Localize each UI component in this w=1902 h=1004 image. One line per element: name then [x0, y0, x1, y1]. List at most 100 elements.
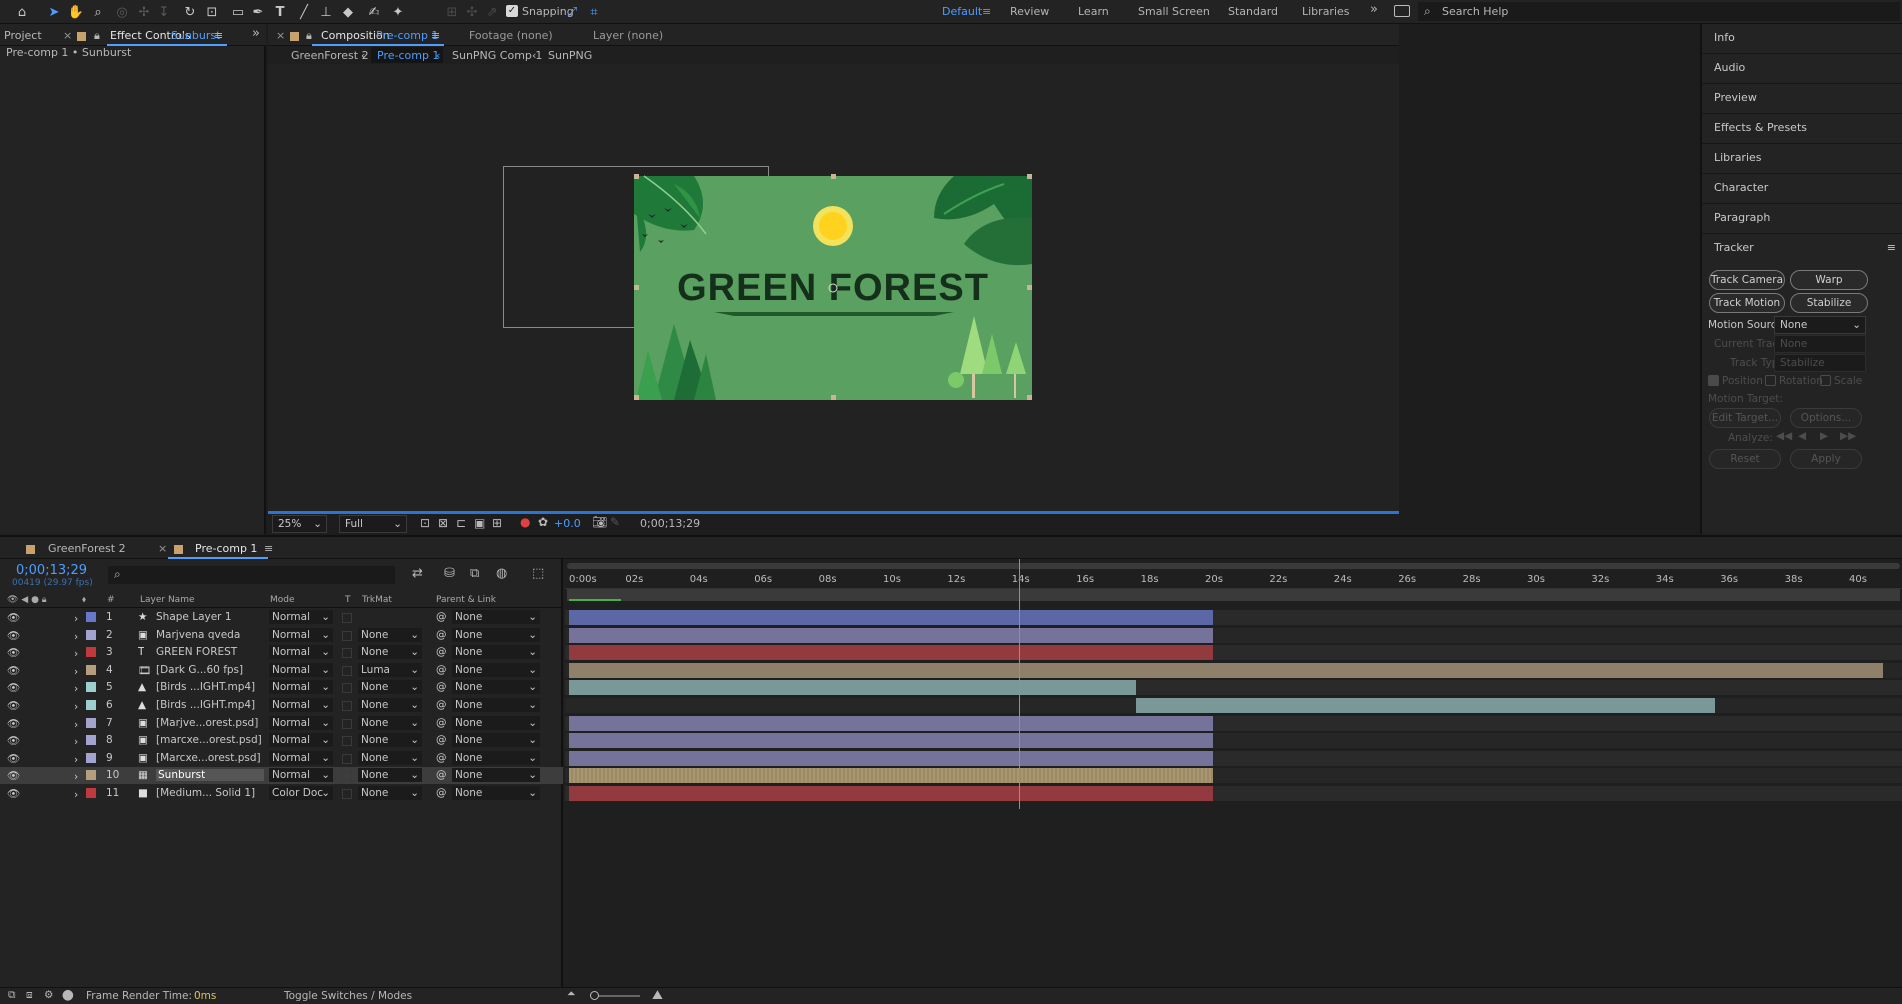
- warp-stabilizer-button[interactable]: Warp Stabilizer: [1790, 270, 1868, 304]
- time-graph[interactable]: 0:00s 02s 04s 06s 08s 10s 12s 14s 16s 18s 20s 22s 24…: [565, 559, 1902, 987]
- label-color-swatch[interactable]: [86, 612, 96, 622]
- breadcrumb-sunpng-comp-1[interactable]: SunPNG Comp 1: [452, 49, 542, 62]
- parent-dropdown[interactable]: None ⌄: [452, 715, 540, 730]
- comp-timecode[interactable]: 0;00;13;29: [640, 517, 700, 530]
- anchor-tool-icon[interactable]: ⊡: [202, 2, 222, 22]
- col-layer-name[interactable]: Layer Name: [140, 595, 195, 605]
- layer-row[interactable]: 👁︎ › 10 ▦ Sunburst Normal ⌄ None ⌄ @ None ⌄: [0, 767, 563, 785]
- mode-dropdown[interactable]: Normal ⌄: [269, 733, 333, 748]
- options-button[interactable]: Options...: [1790, 408, 1862, 428]
- hand-tool-icon[interactable]: ✋: [66, 2, 86, 22]
- layer-duration-bar[interactable]: [569, 680, 1136, 696]
- panel-paragraph[interactable]: Paragraph: [1702, 204, 1902, 234]
- layer-row[interactable]: 👁︎ › 2 ▣ Marjvena qveda Normal ⌄ None ⌄ @ …: [0, 627, 563, 644]
- pan-tool-icon[interactable]: ✢: [134, 2, 154, 22]
- zoom-dropdown[interactable]: 25% ⌄: [272, 515, 327, 533]
- visibility-eye-icon[interactable]: 👁︎: [7, 629, 20, 642]
- label-color-swatch[interactable]: [86, 647, 96, 658]
- pick-whip-icon[interactable]: @: [436, 769, 447, 781]
- trkmat-dropdown[interactable]: None ⌄: [358, 768, 422, 783]
- pick-whip-icon[interactable]: @: [436, 681, 447, 693]
- parent-dropdown[interactable]: None ⌄: [452, 610, 540, 624]
- mode-dropdown[interactable]: Normal ⌄: [269, 768, 333, 783]
- pick-whip-icon[interactable]: @: [436, 717, 447, 729]
- layer-duration-bar[interactable]: [569, 733, 1213, 749]
- layer-name[interactable]: Marjvena qveda: [156, 629, 264, 641]
- layer-row[interactable]: 👁︎ › 8 ▣ [marcxe...orest.psd] Normal ⌄ No…: [0, 732, 563, 749]
- stabilize-motion-button[interactable]: Stabilize Motion: [1790, 293, 1868, 327]
- search-help-box[interactable]: ⌕ Search Help: [1418, 2, 1900, 21]
- pick-whip-icon[interactable]: @: [436, 646, 447, 658]
- layer-duration-bar[interactable]: [569, 645, 1213, 661]
- layer-row[interactable]: 👁︎ › 5 ▲ [Birds ...IGHT.mp4] Normal ⌄ Non…: [0, 679, 563, 696]
- parent-dropdown[interactable]: None ⌄: [452, 733, 540, 748]
- tracker-menu-icon[interactable]: ≡: [1887, 241, 1896, 254]
- analyze-forward-all-icon[interactable]: ▶▶: [1840, 430, 1856, 442]
- comp-flowchart-icon[interactable]: ⧉: [8, 989, 16, 1002]
- layer-name[interactable]: [Marjve...orest.psd]: [156, 717, 264, 729]
- pick-whip-icon[interactable]: @: [436, 752, 447, 764]
- label-color-swatch[interactable]: [86, 788, 96, 798]
- expand-chevron-icon[interactable]: ›: [74, 789, 78, 801]
- visibility-eye-icon[interactable]: 👁︎: [7, 734, 20, 747]
- motion-blur-icon[interactable]: ◍: [496, 566, 507, 581]
- dolly-tool-icon[interactable]: ↧: [154, 2, 174, 22]
- expand-chevron-icon[interactable]: ›: [74, 754, 78, 766]
- layer-duration-bar[interactable]: [569, 715, 1213, 731]
- graph-editor-icon[interactable]: ⬚: [532, 566, 544, 581]
- time-ruler[interactable]: 0:00s 02s 04s 06s 08s 10s 12s 14s 16s 18s 20s 22s 24…: [565, 571, 1902, 589]
- pick-whip-icon[interactable]: @: [436, 664, 447, 676]
- preserve-transparency-checkbox[interactable]: [342, 630, 352, 641]
- visibility-eye-icon[interactable]: 👁︎: [7, 699, 20, 712]
- roto-brush-tool-icon[interactable]: ✍: [364, 2, 384, 22]
- layer-row[interactable]: 👁︎ › 9 ▣ [Marcxe...orest.psd] Normal ⌄ No…: [0, 750, 563, 767]
- rectangle-tool-icon[interactable]: ▭: [228, 2, 248, 22]
- reset-exposure-icon[interactable]: ✿: [538, 515, 548, 529]
- label-color-swatch[interactable]: [86, 717, 96, 728]
- label-color-swatch[interactable]: [86, 629, 96, 640]
- layer-name[interactable]: [Marcxe...orest.psd]: [156, 752, 264, 764]
- panel-menu-icon[interactable]: ≡: [214, 29, 223, 42]
- grid-guides-icon[interactable]: ⊞: [492, 516, 502, 530]
- zoom-out-icon[interactable]: ⏶: [567, 988, 575, 1001]
- label-color-swatch[interactable]: [86, 752, 96, 763]
- trkmat-dropdown[interactable]: None ⌄: [358, 750, 422, 765]
- layer-duration-bar[interactable]: [569, 768, 1213, 784]
- close-project-tab-icon[interactable]: ×: [63, 29, 72, 42]
- layer-duration-bar[interactable]: [1135, 698, 1716, 713]
- transparency-grid-icon[interactable]: ⊠: [438, 516, 448, 530]
- lock-icon[interactable]: 🔒︎: [94, 29, 100, 43]
- preserve-transparency-checkbox[interactable]: [342, 683, 352, 694]
- timeline-timecode[interactable]: 0;00;13;29: [16, 563, 87, 578]
- parent-dropdown[interactable]: None ⌄: [452, 680, 540, 695]
- layer-duration-bar[interactable]: [569, 662, 1883, 678]
- mode-dropdown[interactable]: Normal ⌄: [269, 715, 333, 730]
- label-color-swatch[interactable]: [86, 664, 96, 675]
- motion-source-dropdown[interactable]: None ⌄: [1774, 316, 1866, 334]
- rotate-tool-icon[interactable]: ↻: [180, 2, 200, 22]
- parent-dropdown[interactable]: None ⌄: [452, 698, 540, 712]
- comp-mini-flowchart-icon[interactable]: ⇄: [412, 566, 423, 581]
- workspace-learn[interactable]: Learn: [1078, 5, 1109, 18]
- label-color-swatch[interactable]: [86, 682, 96, 693]
- mode-dropdown[interactable]: Normal ⌄: [269, 680, 333, 695]
- parent-dropdown[interactable]: None ⌄: [452, 768, 540, 783]
- expand-chevron-icon[interactable]: ›: [74, 771, 78, 783]
- layer-name[interactable]: [Birds ...IGHT.mp4]: [156, 699, 264, 711]
- snapshot-camera-icon[interactable]: 📷︎: [592, 515, 607, 529]
- zoom-tool-icon[interactable]: ⌕: [88, 2, 108, 22]
- comp-panel-menu-icon[interactable]: ≡: [431, 29, 440, 42]
- local-axis-icon[interactable]: ⊞: [442, 2, 462, 22]
- expand-panels-icon[interactable]: »: [252, 26, 260, 41]
- workspace-small-screen[interactable]: Small Screen: [1138, 5, 1210, 18]
- shy-layers-icon[interactable]: ⧉: [470, 566, 479, 581]
- timeline-tab-greenforest-2[interactable]: GreenForest 2: [48, 542, 126, 555]
- time-navigator[interactable]: [567, 563, 1900, 569]
- apply-button[interactable]: Apply: [1790, 449, 1862, 469]
- more-workspaces-icon[interactable]: »: [1370, 2, 1378, 17]
- parent-dropdown[interactable]: None ⌄: [452, 627, 540, 642]
- trkmat-dropdown[interactable]: None ⌄: [358, 715, 422, 730]
- render-icon[interactable]: ⧈: [26, 989, 33, 1002]
- layer-name[interactable]: [Medium... Solid 1]: [156, 787, 264, 799]
- layer-duration-bar[interactable]: [569, 750, 1213, 766]
